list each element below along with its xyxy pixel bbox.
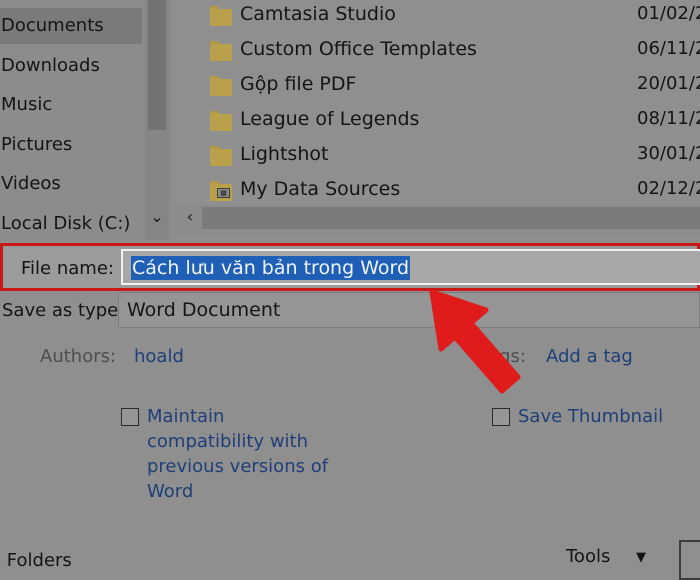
sidebar-item-pictures[interactable]: Pictures [0,127,142,163]
save-as-type-label: Save as type: [2,300,125,321]
file-name: Lightshot [240,143,329,165]
maintain-compatibility-label[interactable]: Maintain compatibility with previous ver… [147,404,337,504]
file-name: Custom Office Templates [240,38,477,60]
maintain-compatibility-checkbox[interactable] [121,408,139,426]
file-date: 06/11/2 [637,38,700,59]
file-row-league-of-legends[interactable]: League of Legends 08/11/2 [172,105,700,140]
sidebar-scroll-thumb[interactable] [148,0,166,130]
horizontal-scrollbar[interactable]: ‹ [172,205,700,235]
hide-folders-button[interactable]: e Folders [0,550,72,572]
file-name-label: File name: [21,258,114,279]
file-name: Camtasia Studio [240,3,396,25]
file-row-gop-file-pdf[interactable]: Gộp file PDF 20/01/2 [172,70,700,105]
folder-icon [210,111,232,131]
file-date: 20/01/2 [637,73,700,94]
sidebar-item-videos[interactable]: Videos [0,166,142,202]
file-name-value: Cách lưu văn bản trong Word [131,256,411,280]
folder-icon [210,76,232,96]
save-as-type-select[interactable]: Word Document [118,292,700,328]
chevron-down-icon[interactable]: ⌄ [145,202,169,232]
file-date: 30/01/2 [637,143,700,164]
sidebar-item-documents[interactable]: Documents [0,8,142,44]
save-button-edge[interactable] [679,540,700,580]
file-date: 08/11/2 [637,108,700,129]
folder-icon [210,6,232,26]
file-date: 01/02/2 [637,3,700,24]
save-thumbnail-label[interactable]: Save Thumbnail [518,404,663,429]
sidebar-item-local-disk[interactable]: Local Disk (C:) [0,206,142,242]
save-thumbnail-checkbox[interactable] [492,408,510,426]
file-row-camtasia-studio[interactable]: Camtasia Studio 01/02/2 [172,0,700,35]
tags-label: ags: [488,346,526,367]
chevron-left-icon[interactable]: ‹ [180,205,200,235]
horizontal-scroll-thumb[interactable] [202,207,700,229]
save-as-type-value: Word Document [127,299,281,321]
navigation-pane: Documents Downloads Music Pictures Video… [0,0,172,240]
folder-icon [210,41,232,61]
file-name: League of Legends [240,108,420,130]
tags-field[interactable]: Add a tag [546,346,633,368]
caret-down-icon[interactable]: ▼ [636,548,646,568]
file-list: Camtasia Studio 01/02/2 Custom Office Te… [172,0,700,205]
file-name-input[interactable]: Cách lưu văn bản trong Word [121,249,700,285]
folder-icon [210,146,232,166]
authors-field[interactable]: hoald [134,346,184,368]
tools-button[interactable]: Tools [566,546,610,568]
file-row-lightshot[interactable]: Lightshot 30/01/2 [172,140,700,175]
sidebar-item-music[interactable]: Music [0,87,142,123]
sidebar-item-downloads[interactable]: Downloads [0,48,142,84]
data-sources-folder-icon: ▦ [210,181,232,201]
file-name-row-highlight: File name: Cách lưu văn bản trong Word [0,243,700,291]
authors-label: Authors: [40,346,117,367]
file-row-custom-office-templates[interactable]: Custom Office Templates 06/11/2 [172,35,700,70]
file-name: Gộp file PDF [240,73,357,95]
